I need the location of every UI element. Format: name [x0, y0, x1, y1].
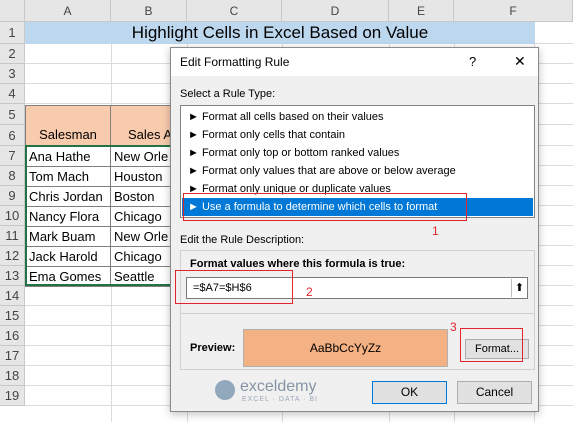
row-header[interactable]: 2 — [0, 44, 25, 64]
row-header[interactable]: 12 — [0, 246, 25, 266]
preview-box: AaBbCcYyZz — [243, 329, 448, 367]
watermark-tagline: EXCEL · DATA · BI — [242, 396, 318, 403]
annotation-box-format — [460, 328, 523, 362]
rule-type-item[interactable]: ► Format only values that are above or b… — [182, 162, 533, 180]
collapse-range-button[interactable]: ⬆ — [511, 279, 527, 297]
row-header[interactable]: 6 — [0, 125, 25, 146]
row-header[interactable]: 3 — [0, 64, 25, 84]
column-header-a[interactable]: A — [25, 0, 111, 22]
row-header[interactable]: 5 — [0, 104, 25, 125]
row-header[interactable]: 1 — [0, 22, 25, 44]
row-header[interactable]: 9 — [0, 186, 25, 206]
watermark-name: exceldemy — [240, 378, 317, 395]
exceldemy-logo-icon — [215, 380, 235, 400]
row-header[interactable]: 17 — [0, 346, 25, 366]
formula-label: Format values where this formula is true… — [190, 258, 406, 270]
annotation-number: 2 — [306, 285, 313, 299]
help-button[interactable]: ? — [469, 54, 476, 69]
column-header-f[interactable]: F — [454, 0, 573, 22]
annotation-box-formula — [175, 270, 293, 304]
annotation-number: 3 — [450, 320, 457, 334]
column-header-e[interactable]: E — [389, 0, 454, 22]
row-header[interactable]: 10 — [0, 206, 25, 226]
select-rule-type-label: Select a Rule Type: — [180, 88, 276, 100]
row-header[interactable]: 18 — [0, 366, 25, 386]
row-header[interactable]: 14 — [0, 286, 25, 306]
cancel-button[interactable]: Cancel — [457, 381, 532, 404]
rule-type-item[interactable]: ► Format all cells based on their values — [182, 108, 533, 126]
header-salesman[interactable]: Salesman — [25, 105, 111, 146]
dialog-title: Edit Formatting Rule — [180, 55, 290, 69]
selection-range — [25, 145, 189, 286]
column-header-c[interactable]: C — [187, 0, 282, 22]
preview-label: Preview: — [190, 342, 236, 354]
rule-type-item[interactable]: ► Format only cells that contain — [182, 126, 533, 144]
dialog-titlebar: Edit Formatting Rule ? ✕ — [171, 48, 538, 76]
row-header[interactable]: 4 — [0, 84, 25, 104]
column-header-b[interactable]: B — [111, 0, 187, 22]
ok-button[interactable]: OK — [372, 381, 447, 404]
row-header[interactable]: 16 — [0, 326, 25, 346]
annotation-number: 1 — [432, 224, 439, 238]
row-header[interactable]: 13 — [0, 266, 25, 286]
rule-type-item[interactable]: ► Format only top or bottom ranked value… — [182, 144, 533, 162]
column-header-d[interactable]: D — [282, 0, 389, 22]
row-header[interactable]: 8 — [0, 166, 25, 186]
annotation-box-rule-type — [183, 193, 467, 221]
sheet-title-cell[interactable]: Highlight Cells in Excel Based on Value — [25, 22, 535, 44]
select-all-corner[interactable] — [0, 0, 25, 22]
edit-rule-description-label: Edit the Rule Description: — [180, 234, 305, 246]
row-header[interactable]: 19 — [0, 386, 25, 406]
row-header[interactable]: 15 — [0, 306, 25, 326]
row-header[interactable]: 7 — [0, 146, 25, 166]
exceldemy-watermark: exceldemy EXCEL · DATA · BI — [215, 378, 365, 406]
row-header[interactable]: 11 — [0, 226, 25, 246]
close-icon[interactable]: ✕ — [514, 53, 526, 70]
